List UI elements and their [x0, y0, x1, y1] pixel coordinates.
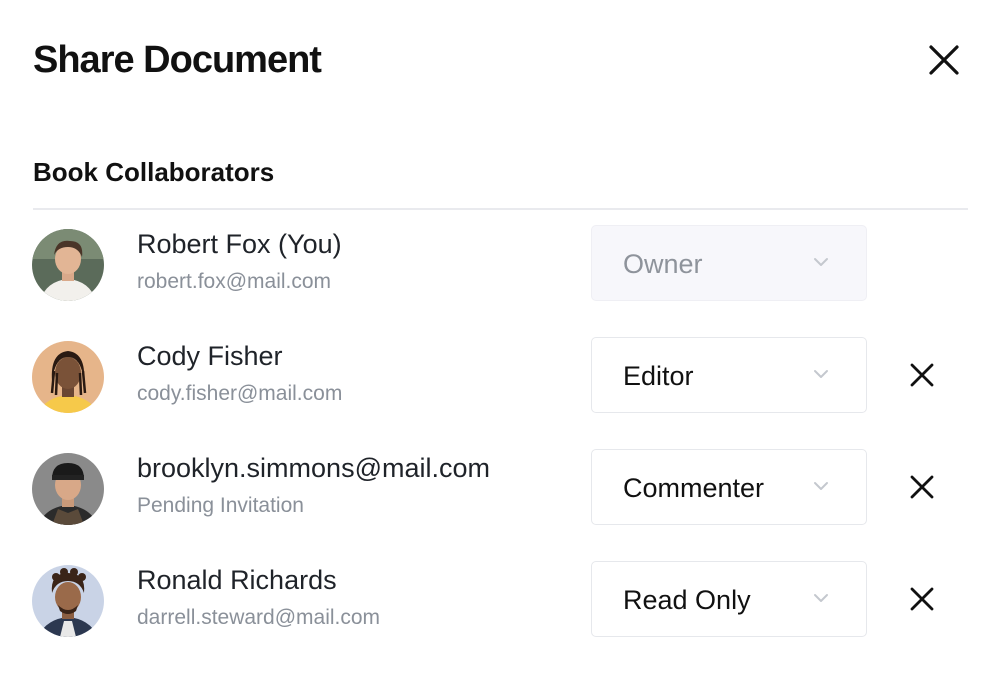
section-title: Book Collaborators [33, 157, 275, 187]
role-value: Owner [623, 249, 703, 279]
collaborator-name: brooklyn.simmons@mail.com [137, 453, 490, 483]
role-value: Commenter [623, 473, 765, 503]
share-document-dialog: Share Document Book Collaborators Robert… [0, 0, 1000, 668]
collaborator-name: Robert Fox (You) [137, 229, 342, 259]
remove-collaborator-button[interactable] [902, 467, 942, 507]
collaborator-email: Pending Invitation [137, 494, 304, 517]
role-select[interactable]: Editor [591, 337, 867, 413]
close-icon [929, 45, 959, 75]
avatar [32, 565, 104, 637]
role-select[interactable]: Commenter [591, 449, 867, 525]
avatar [32, 453, 104, 525]
collaborator-row: brooklyn.simmons@mail.com Pending Invita… [0, 449, 1000, 561]
divider [33, 208, 968, 210]
avatar [32, 341, 104, 413]
close-button[interactable] [920, 38, 968, 82]
collaborator-email: darrell.steward@mail.com [137, 606, 381, 629]
role-value: Read Only [623, 585, 751, 615]
role-select[interactable]: Read Only [591, 561, 867, 637]
chevron-down-icon [814, 594, 828, 602]
close-icon [910, 363, 934, 387]
collaborator-name: Ronald Richards [137, 565, 337, 595]
role-select: Owner [591, 225, 867, 301]
collaborator-email: robert.fox@mail.com [137, 270, 332, 293]
chevron-down-icon [814, 258, 828, 266]
close-icon [910, 587, 934, 611]
collaborator-row: Ronald Richards darrell.steward@mail.com… [0, 561, 1000, 673]
collaborator-row: Cody Fisher cody.fisher@mail.com Editor [0, 337, 1000, 449]
chevron-down-icon [814, 482, 828, 490]
role-value: Editor [623, 361, 694, 391]
close-icon [910, 475, 934, 499]
avatar [32, 229, 104, 301]
collaborator-row: Robert Fox (You) robert.fox@mail.com Own… [0, 225, 1000, 337]
dialog-title: Share Document [33, 39, 322, 81]
collaborator-email: cody.fisher@mail.com [137, 382, 343, 405]
chevron-down-icon [814, 370, 828, 378]
collaborator-name: Cody Fisher [137, 341, 283, 371]
remove-collaborator-button[interactable] [902, 579, 942, 619]
remove-collaborator-button[interactable] [902, 355, 942, 395]
